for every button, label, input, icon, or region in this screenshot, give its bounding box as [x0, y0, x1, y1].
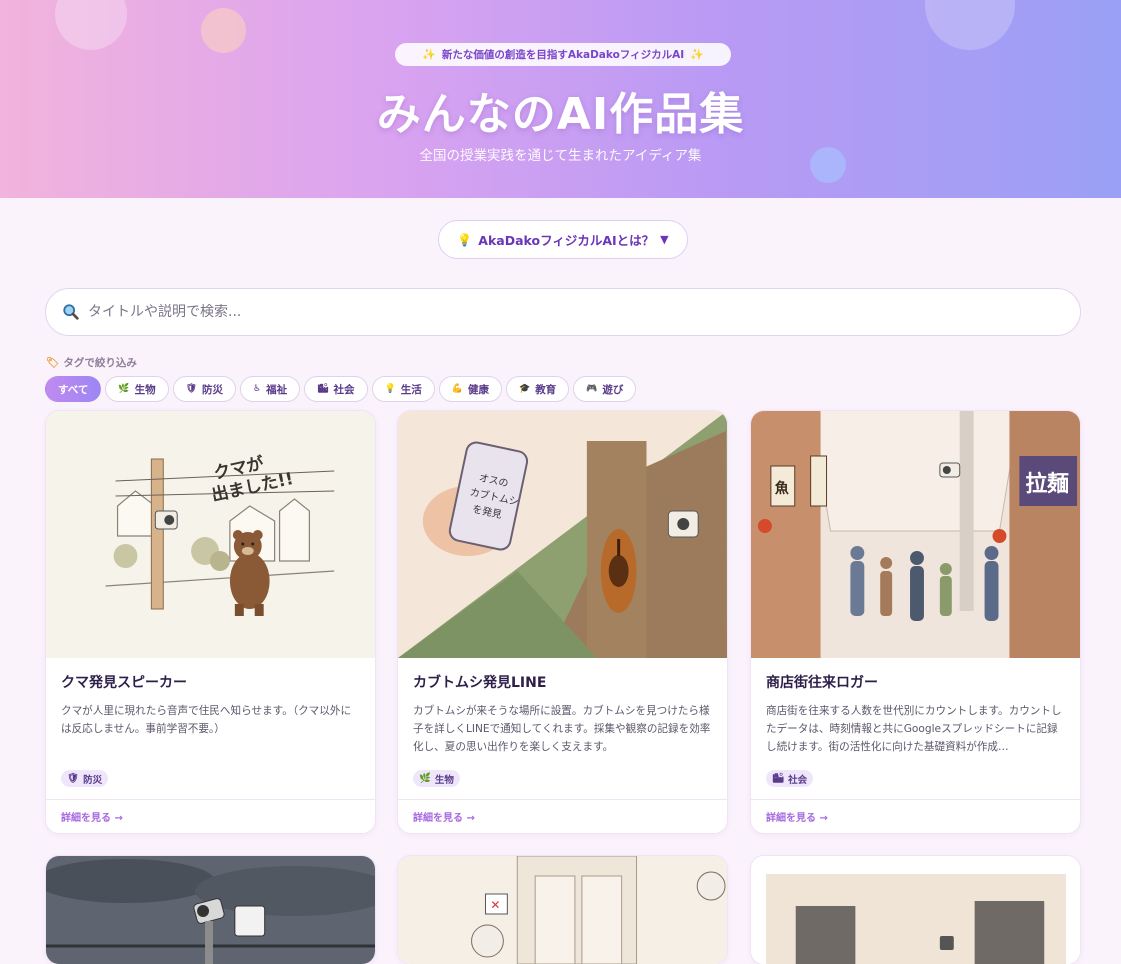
hero-badge-text: 新たな価値の創造を目指すAkaDakoフィジカルAI [441, 49, 685, 61]
svg-text:✕: ✕ [490, 898, 500, 912]
search-input[interactable] [88, 304, 988, 320]
work-card[interactable]: ✕ [397, 855, 728, 964]
gamepad-icon: 🎮 [586, 384, 598, 394]
card-description: 商店街を往来する人数を世代別にカウントします。カウントしたデータは、時刻情報と共… [766, 705, 1062, 753]
card-tag[interactable]: 🌿 生物 [413, 770, 460, 787]
card-tag-label: 社会 [788, 774, 808, 786]
page-subtitle: 全国の授業実践を通じて生まれたアイディア集 [419, 148, 702, 164]
shield-icon: 🛡 [185, 384, 198, 394]
sparkle-icon: ✨ [690, 48, 704, 61]
tag-label: 遊び [602, 383, 624, 396]
card-description: クマが人里に現れたら音声で住民へ知らせます。（クマ以外には反応しません。事前学習… [61, 705, 352, 735]
muscle-icon: 💪 [451, 384, 463, 394]
card-tag-label: 防災 [83, 774, 103, 786]
work-card[interactable] [750, 855, 1081, 964]
card-title[interactable]: クマ発見スピーカー [61, 672, 360, 692]
card-thumbnail-beetle: オスの カブトムシ を発見 [398, 411, 727, 658]
decor-bubble [201, 8, 246, 53]
card-thumbnail-storm [46, 856, 375, 964]
tag-label: 生物 [134, 383, 156, 396]
tag-filter-play[interactable]: 🎮 遊び [573, 376, 637, 402]
work-card[interactable]: クマが 出ました!! クマ発見スピーカー クマが人里に現れたら音声で住民へ知らせ… [45, 410, 376, 834]
card-thumbnail-entrance: ✕ [398, 856, 727, 964]
tag-label: 社会 [333, 383, 355, 396]
tag-filter-all[interactable]: すべて [45, 376, 102, 402]
leaf-icon: 🌿 [118, 384, 130, 394]
card-detail-link[interactable]: 詳細を見る → [398, 799, 727, 833]
tag-filter-bar: すべて 🌿 生物 🛡 防災 ♿ 福祉 🏙 社会 💡 生活 💪 健康 🎓 教育 🎮… [45, 376, 637, 402]
tag-icon: 🏷 [46, 357, 60, 369]
hero-banner: ✨ 新たな価値の創造を目指すAkaDakoフィジカルAI ✨ みんなのAI作品集… [0, 0, 1121, 198]
tag-filter-welfare[interactable]: ♿ 福祉 [240, 376, 301, 402]
card-detail-link-text: 詳細を見る → [413, 813, 475, 824]
tag-label: 福祉 [266, 383, 288, 396]
tag-filter-health[interactable]: 💪 健康 [438, 376, 502, 402]
card-detail-link[interactable]: 詳細を見る → [46, 799, 375, 833]
sparkle-icon: ✨ [422, 48, 436, 61]
card-thumbnail-bear: クマが 出ました!! [46, 411, 375, 658]
tag-filter-biology[interactable]: 🌿 生物 [105, 376, 169, 402]
graduation-cap-icon: 🎓 [518, 384, 531, 394]
search-icon [63, 304, 79, 320]
card-detail-link-text: 詳細を見る → [766, 813, 828, 824]
tag-label: 生活 [400, 383, 422, 396]
work-card[interactable]: オスの カブトムシ を発見 カブトムシ発見LINE カブトムシが来そうな場所に設… [397, 410, 728, 834]
tag-label: 防災 [202, 383, 224, 396]
search-box [45, 288, 1081, 336]
city-icon: 🏙 [317, 384, 329, 394]
card-title[interactable]: 商店街往来ロガー [766, 672, 1065, 692]
decor-bubble [925, 0, 1015, 50]
tag-filter-life[interactable]: 💡 生活 [371, 376, 435, 402]
card-thumbnail-room [751, 856, 1080, 964]
page-title: みんなのAI作品集 [376, 89, 745, 140]
tag-filter-education[interactable]: 🎓 教育 [505, 376, 570, 402]
card-tag-label: 生物 [434, 774, 454, 786]
leaf-icon: 🌿 [419, 773, 431, 784]
decor-bubble [55, 0, 127, 50]
hero-badge: ✨ 新たな価値の創造を目指すAkaDakoフィジカルAI ✨ [395, 43, 731, 66]
tag-filter-society[interactable]: 🏙 社会 [304, 376, 368, 402]
tag-filter-label-text: タグで絞り込み [63, 357, 137, 369]
bulb-icon: 💡 [384, 384, 396, 394]
work-card[interactable] [45, 855, 376, 964]
lightbulb-icon: 💡 [457, 232, 473, 247]
about-label: AkaDakoフィジカルAIとは？ [478, 233, 655, 248]
svg-text:魚: 魚 [775, 480, 789, 497]
tag-filter-disaster[interactable]: 🛡 防災 [172, 376, 237, 402]
about-toggle-button[interactable]: 💡 AkaDakoフィジカルAIとは？ ▼ [438, 220, 688, 259]
card-detail-link[interactable]: 詳細を見る → [751, 799, 1080, 833]
shield-icon: 🛡 [67, 773, 80, 784]
card-tag[interactable]: 🛡 防災 [61, 770, 109, 787]
tag-label: 教育 [535, 383, 557, 396]
svg-text:拉麺: 拉麺 [1025, 471, 1069, 497]
card-detail-link-text: 詳細を見る → [61, 813, 123, 824]
tag-label: すべて [58, 383, 89, 396]
card-description: カブトムシが来そうな場所に設置。カブトムシを見つけたら様子を詳しくLINEで通知… [413, 705, 711, 753]
card-thumbnail-shopping-street: 拉麺 魚 [751, 411, 1080, 658]
work-card[interactable]: 拉麺 魚 商店街往来ロガー 商店街を往来する人数を世代別にカウントします。カウン… [750, 410, 1081, 834]
card-title[interactable]: カブトムシ発見LINE [413, 672, 712, 692]
card-tag[interactable]: 🏙 社会 [766, 770, 814, 787]
tag-label: 健康 [467, 383, 489, 396]
tag-filter-label: 🏷 タグで絞り込み [46, 355, 137, 370]
chevron-down-icon: ▼ [660, 233, 669, 246]
city-icon: 🏙 [772, 773, 785, 784]
wheelchair-icon: ♿ [253, 384, 262, 394]
